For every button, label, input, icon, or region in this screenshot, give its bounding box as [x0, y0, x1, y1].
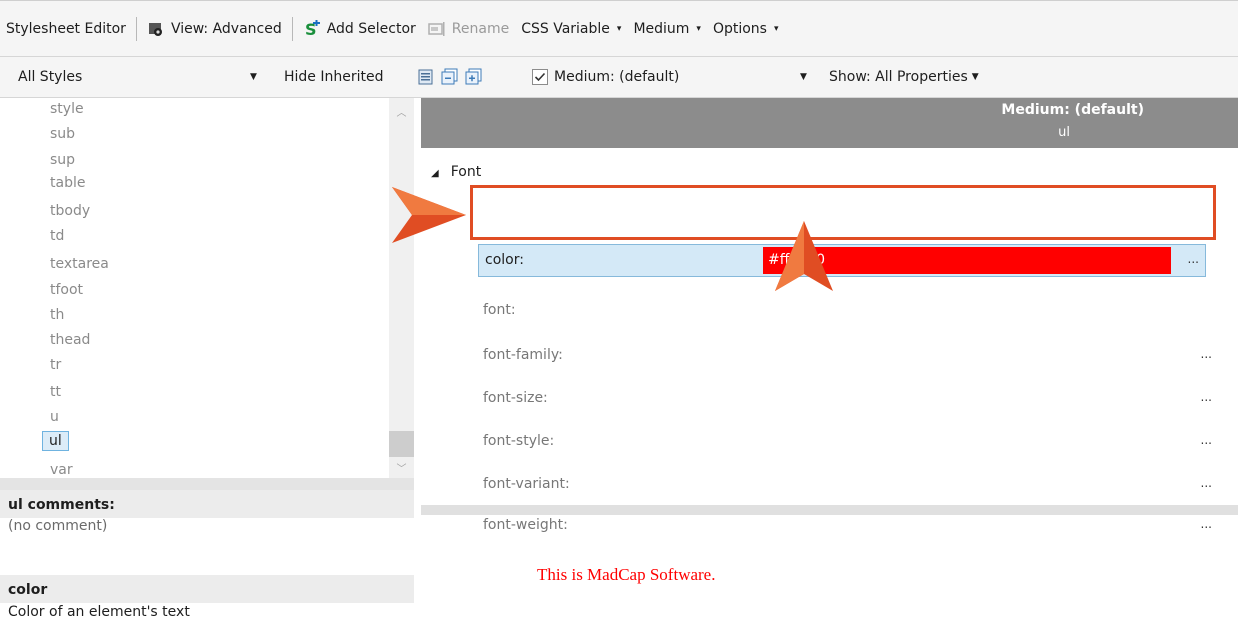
view-advanced-label: View: Advanced — [170, 21, 282, 37]
chevron-down-icon: ▾ — [616, 24, 622, 34]
column-medium-label: Medium: (default) — [1001, 102, 1144, 118]
more-button[interactable]: ... — [1201, 433, 1212, 447]
preview-text: This is MadCap Software. — [537, 565, 716, 584]
column-header: Medium: (default) ul — [421, 98, 1238, 148]
main-toolbar: Stylesheet Editor View: Advanced S Add S… — [0, 0, 1238, 57]
view-toggle-icons — [417, 63, 489, 91]
property-row[interactable]: font-variant: ... — [483, 470, 1212, 500]
scrollbar-thumb[interactable] — [389, 431, 414, 457]
add-selector-icon: S — [303, 20, 321, 39]
add-selector-label: Add Selector — [326, 21, 416, 37]
options-menu[interactable]: Options ▾ — [707, 13, 785, 45]
list-item[interactable]: textarea — [50, 255, 109, 273]
collapse-all-icon[interactable] — [441, 68, 459, 86]
list-item[interactable]: tfoot — [50, 281, 83, 299]
styles-filter-value: All Styles — [18, 69, 83, 85]
more-button[interactable]: ... — [1201, 390, 1212, 404]
color-property-row[interactable]: color: #ff0000 ... — [478, 244, 1206, 277]
property-description: Color of an element's text — [8, 604, 190, 620]
styles-filter-dropdown[interactable]: All Styles ▼ — [18, 63, 268, 91]
medium-select-dropdown[interactable]: Medium: (default) ▼ — [532, 63, 822, 91]
style-list: style sub sup table tbody td textarea tf… — [0, 98, 414, 478]
chevron-down-icon: ▼ — [800, 72, 807, 82]
more-button[interactable]: ... — [1201, 347, 1212, 361]
expand-all-icon[interactable] — [465, 68, 483, 86]
hide-inherited-button[interactable]: Hide Inherited — [284, 63, 384, 91]
arrow-up-icon — [775, 221, 833, 291]
property-label: font-style: — [483, 433, 555, 449]
highlight-box — [470, 185, 1216, 240]
rename-button[interactable]: Rename — [422, 13, 515, 45]
show-properties-dropdown[interactable]: Show: All Properties ▼ — [829, 63, 979, 91]
list-item[interactable]: td — [50, 227, 64, 245]
list-item[interactable]: sub — [50, 125, 75, 143]
show-properties-value: Show: All Properties — [829, 69, 968, 85]
medium-menu[interactable]: Medium ▾ — [627, 13, 707, 45]
rename-label: Rename — [451, 21, 510, 37]
property-label: font-weight: — [483, 517, 568, 533]
show-all-icon[interactable] — [417, 68, 435, 86]
property-label: font-size: — [483, 390, 548, 406]
medium-select-value: Medium: (default) — [554, 69, 680, 85]
comments-header: ul comments: — [0, 490, 414, 518]
comment-text: (no comment) — [8, 518, 108, 534]
collapse-triangle-icon[interactable]: ◢ — [431, 168, 439, 179]
column-selector-label: ul — [1058, 125, 1070, 140]
list-item[interactable]: style — [50, 100, 84, 118]
list-item[interactable]: tbody — [50, 202, 90, 220]
font-group[interactable]: ◢ Font — [431, 164, 481, 180]
filter-toolbar: All Styles ▼ Hide Inherited Medium: (def… — [0, 57, 1238, 98]
list-item[interactable]: th — [50, 306, 64, 324]
toolbar-separator — [291, 17, 293, 41]
property-header: color — [0, 575, 414, 603]
list-item[interactable]: var — [50, 461, 73, 478]
toolbar-separator — [135, 17, 137, 41]
list-item[interactable]: thead — [50, 331, 90, 349]
pane-splitter[interactable] — [0, 478, 414, 490]
color-property-label: color: — [485, 252, 524, 268]
list-item-selected[interactable]: ul — [42, 431, 69, 451]
scroll-up-icon[interactable]: ︿ — [389, 104, 414, 119]
more-button[interactable]: ... — [1201, 476, 1212, 490]
list-item[interactable]: tt — [50, 383, 61, 401]
property-row[interactable]: font-size: ... — [483, 384, 1212, 414]
properties-pane: Medium: (default) ul ◢ Font color: #ff000… — [421, 98, 1238, 627]
chevron-down-icon: ▾ — [696, 24, 701, 34]
medium-label: Medium — [633, 21, 690, 37]
view-icon — [147, 20, 165, 38]
list-item[interactable]: table — [50, 174, 85, 192]
hide-inherited-label: Hide Inherited — [284, 69, 384, 85]
checkbox-icon[interactable] — [532, 69, 548, 85]
options-label: Options — [712, 21, 767, 37]
styles-pane: style sub sup table tbody td textarea tf… — [0, 98, 414, 627]
property-row[interactable]: font: — [483, 296, 1208, 326]
font-group-label: Font — [450, 164, 482, 180]
rename-icon — [428, 20, 446, 38]
list-item[interactable]: u — [50, 408, 59, 426]
chevron-down-icon: ▼ — [250, 72, 257, 82]
more-button[interactable]: ... — [1201, 517, 1212, 531]
css-variable-menu[interactable]: CSS Variable ▾ — [515, 13, 627, 45]
more-button[interactable]: ... — [1188, 252, 1199, 266]
stylesheet-editor-title: Stylesheet Editor — [6, 21, 126, 37]
property-label: font-variant: — [483, 476, 570, 492]
property-label: font: — [483, 302, 516, 318]
comments-panel: ul comments: (no comment) color Color of… — [0, 490, 414, 627]
css-variable-label: CSS Variable — [521, 21, 610, 37]
arrow-right-icon — [392, 187, 466, 243]
list-scrollbar[interactable]: ︿ ﹀ — [389, 98, 414, 478]
list-item[interactable]: sup — [50, 151, 75, 169]
add-selector-button[interactable]: S Add Selector — [297, 13, 422, 45]
view-advanced-button[interactable]: View: Advanced — [141, 13, 288, 45]
chevron-down-icon: ▾ — [773, 24, 779, 34]
property-row[interactable]: font-family: ... — [483, 341, 1212, 371]
list-item[interactable]: tr — [50, 356, 61, 374]
property-label: font-family: — [483, 347, 563, 363]
scroll-down-icon[interactable]: ﹀ — [389, 460, 414, 475]
property-row[interactable]: font-weight: ... — [483, 511, 1212, 541]
chevron-down-icon: ▼ — [971, 72, 979, 82]
property-row[interactable]: font-style: ... — [483, 427, 1212, 457]
